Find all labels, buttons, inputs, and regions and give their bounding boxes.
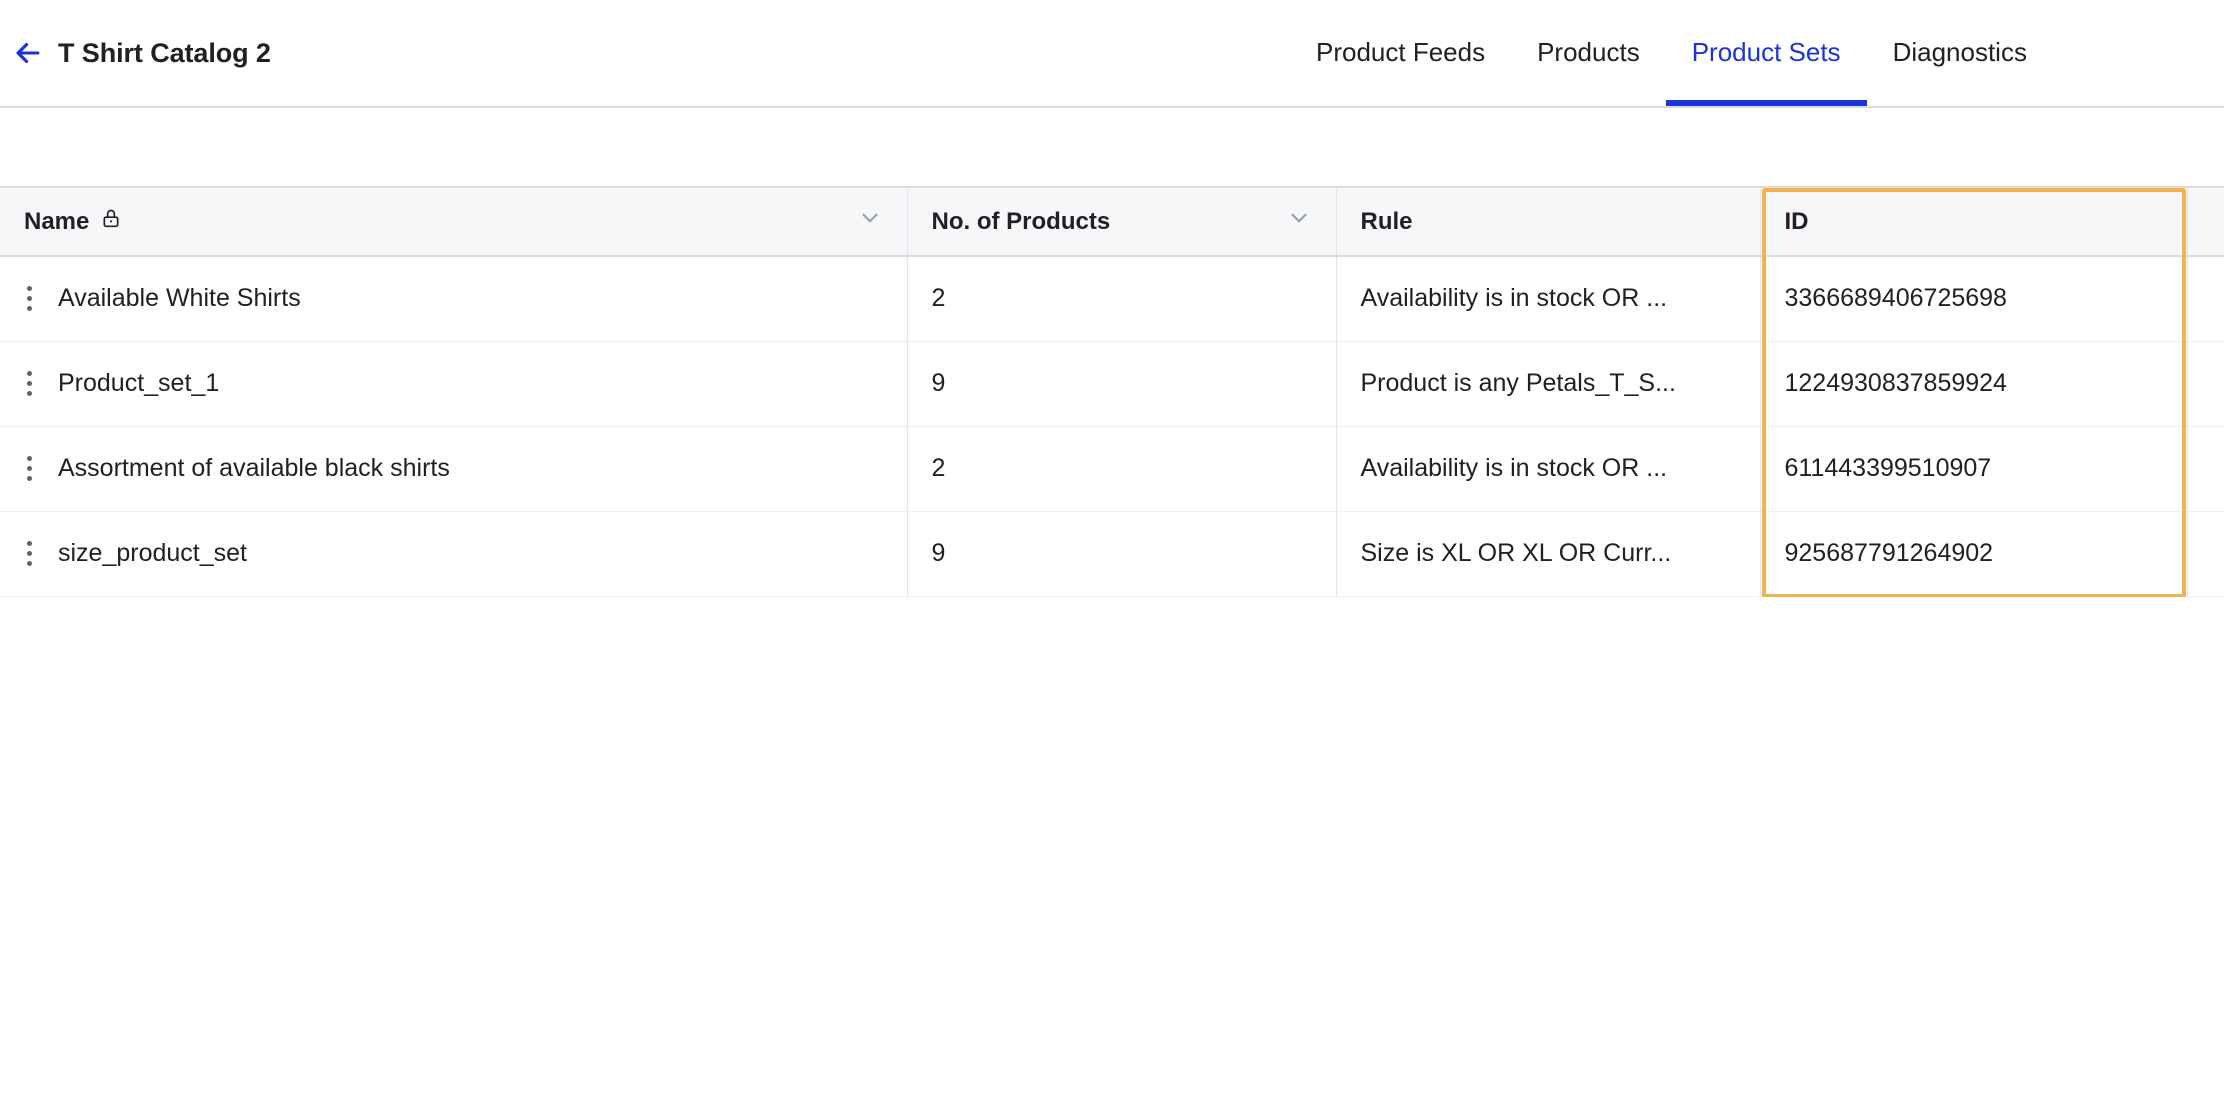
cell-extra: [2187, 341, 2224, 427]
column-header-name[interactable]: Name: [0, 188, 908, 257]
column-header-extra[interactable]: [2187, 188, 2224, 257]
table-row[interactable]: Available White Shirts 2 Availability is…: [0, 256, 2224, 342]
column-header-label: Name: [24, 207, 90, 235]
page-title: T Shirt Catalog 2: [58, 37, 271, 68]
cell-rule: Size is XL OR XL OR Curr...: [1336, 511, 1761, 597]
product-sets-table-container: Name No. of Products Rule ID Available W…: [0, 188, 2224, 597]
cell-name: Assortment of available black shirts: [0, 426, 908, 512]
cell-extra: [2187, 256, 2224, 342]
chevron-down-icon[interactable]: [1286, 205, 1312, 238]
table-row[interactable]: Assortment of available black shirts 2 A…: [0, 426, 2224, 512]
product-set-name: Available White Shirts: [58, 284, 301, 313]
table-head: Name No. of Products Rule ID: [0, 188, 2224, 257]
table-row[interactable]: Product_set_1 9 Product is any Petals_T_…: [0, 341, 2224, 427]
cell-extra: [2187, 426, 2224, 512]
cell-name: Available White Shirts: [0, 256, 908, 342]
column-header-id[interactable]: ID: [1760, 188, 2188, 257]
column-header-rule[interactable]: Rule: [1336, 188, 1761, 257]
cell-rule: Product is any Petals_T_S...: [1336, 341, 1761, 427]
cell-name: size_product_set: [0, 511, 908, 597]
toolbar-band: [0, 108, 2224, 188]
tab-label: Product Sets: [1691, 36, 1841, 67]
cell-no-of-products: 2: [907, 426, 1337, 512]
product-sets-table: Name No. of Products Rule ID Available W…: [0, 188, 2224, 597]
column-header-label: No. of Products: [931, 207, 1111, 235]
table-body: Available White Shirts 2 Availability is…: [0, 256, 2224, 597]
cell-id: 925687791264902: [1760, 511, 2188, 597]
kebab-menu-icon[interactable]: [0, 371, 58, 396]
chevron-down-icon[interactable]: [857, 205, 883, 238]
app-header: T Shirt Catalog 2 Product Feeds Products…: [0, 0, 2224, 108]
tab-label: Diagnostics: [1892, 36, 2027, 67]
product-set-name: Product_set_1: [58, 369, 220, 397]
column-header-no-of-products[interactable]: No. of Products: [907, 188, 1337, 257]
product-set-name: Assortment of available black shirts: [58, 454, 450, 482]
cell-no-of-products: 2: [907, 256, 1337, 342]
cell-extra: [2187, 511, 2224, 597]
arrow-left-icon: [11, 36, 45, 70]
tab-bar: Product Feeds Products Product Sets Diag…: [1290, 0, 2053, 106]
column-header-label: Rule: [1360, 207, 1413, 235]
cell-rule: Availability is in stock OR ...: [1336, 426, 1761, 512]
cell-rule: Availability is in stock OR ...: [1336, 256, 1761, 342]
tab-product-sets[interactable]: Product Sets: [1665, 0, 1867, 106]
tab-product-feeds[interactable]: Product Feeds: [1290, 0, 1511, 106]
kebab-menu-icon[interactable]: [0, 286, 58, 312]
table-row[interactable]: size_product_set 9 Size is XL OR XL OR C…: [0, 511, 2224, 597]
kebab-menu-icon[interactable]: [0, 541, 58, 566]
tab-label: Products: [1537, 36, 1640, 67]
cell-no-of-products: 9: [907, 511, 1337, 597]
tab-products[interactable]: Products: [1511, 0, 1666, 106]
table-header-row: Name No. of Products Rule ID: [0, 188, 2224, 257]
tab-label: Product Feeds: [1316, 36, 1486, 67]
kebab-menu-icon[interactable]: [0, 456, 58, 481]
product-set-name: size_product_set: [58, 539, 248, 567]
cell-no-of-products: 9: [907, 341, 1337, 427]
cell-id: 3366689406725698: [1760, 256, 2188, 342]
tab-diagnostics[interactable]: Diagnostics: [1867, 0, 2053, 106]
cell-id: 1224930837859924: [1760, 341, 2188, 427]
cell-id: 611443399510907: [1760, 426, 2188, 512]
column-header-label: ID: [1784, 207, 1809, 235]
cell-name: Product_set_1: [0, 341, 908, 427]
lock-icon: [101, 207, 121, 236]
back-button[interactable]: [8, 33, 48, 73]
